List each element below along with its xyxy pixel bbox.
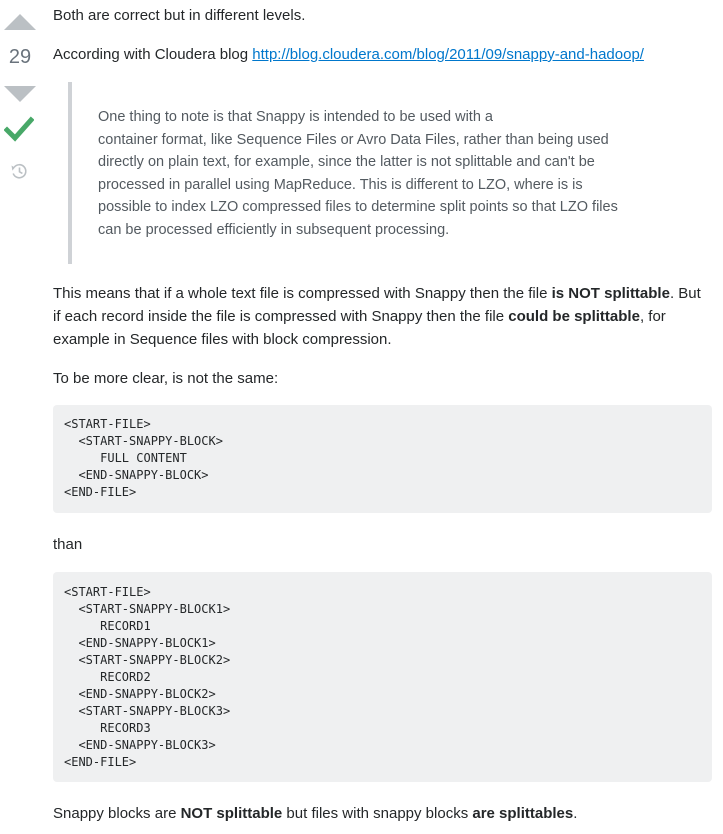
code-line: <START-FILE>	[64, 585, 151, 599]
quote-line: processed in parallel using MapReduce. T…	[98, 176, 583, 193]
text-run: if each record inside the file is compre…	[53, 308, 509, 325]
emphasis-are-splittables: are splittables	[472, 805, 574, 822]
text-run: . But	[669, 285, 701, 302]
code-line: <END-FILE>	[64, 485, 137, 499]
answer-intro: Both are correct but in different levels…	[53, 7, 306, 24]
than-paragraph: than	[53, 536, 83, 553]
vote-column: 29	[0, 0, 40, 200]
splittable-paragraph: This means that if a whole text file is …	[53, 282, 701, 351]
text-run: Snappy blocks are	[53, 805, 181, 822]
code-line: RECORD3	[64, 721, 151, 735]
code-pre: <START-FILE> <START-SNAPPY-BLOCK> FULL C…	[53, 405, 712, 501]
code-line: <START-SNAPPY-BLOCK3>	[64, 704, 231, 718]
quote-line: One thing to note is that Snappy is inte…	[98, 109, 493, 125]
downvote-arrow-icon[interactable]	[4, 86, 36, 102]
vote-count: 29	[8, 46, 32, 68]
quote-line: possible to index LZO compressed files t…	[98, 199, 618, 216]
code-block-multi: <START-FILE> <START-SNAPPY-BLOCK1> RECOR…	[53, 572, 712, 782]
quote-line: container format, like Sequence Files or…	[98, 131, 609, 148]
source-prefix: According with Cloudera blog	[53, 46, 253, 63]
code-line: <END-SNAPPY-BLOCK2>	[64, 687, 216, 701]
emphasis-not-splittable: is NOT splittable	[551, 285, 670, 302]
emphasis-not-splittable: NOT splittable	[180, 805, 283, 822]
code-line: <END-SNAPPY-BLOCK3>	[64, 738, 216, 752]
accepted-check-icon	[4, 116, 34, 142]
code-line: RECORD2	[64, 670, 151, 684]
history-icon[interactable]	[10, 162, 28, 180]
blockquote: One thing to note is that Snappy is inte…	[98, 106, 658, 242]
code-line: <END-SNAPPY-BLOCK>	[64, 468, 209, 482]
blockquote-bar	[68, 82, 72, 264]
code-line: RECORD1	[64, 619, 151, 633]
code-line: <END-FILE>	[64, 755, 137, 769]
code-pre: <START-FILE> <START-SNAPPY-BLOCK1> RECOR…	[53, 572, 712, 771]
conclusion-paragraph: Snappy blocks are NOT splittable but fil…	[53, 802, 577, 825]
clarify-paragraph: To be more clear, is not the same:	[53, 370, 279, 387]
upvote-arrow-icon[interactable]	[4, 14, 36, 30]
quote-line: directly on plain text, for example, sin…	[98, 154, 595, 171]
code-line: <START-FILE>	[64, 417, 151, 431]
text-run: This means that if a whole text file is …	[53, 285, 552, 302]
cloudera-blog-link[interactable]: http://blog.cloudera.com/blog/2011/09/sn…	[252, 46, 644, 63]
text-run: , for	[639, 308, 666, 325]
quote-line: can be processed efficiently in subseque…	[98, 221, 450, 238]
emphasis-could-be-splittable: could be splittable	[508, 308, 640, 325]
code-line: <START-SNAPPY-BLOCK2>	[64, 653, 231, 667]
answer-source: According with Cloudera blog http://blog…	[53, 43, 644, 66]
paragraph-line: This means that if a whole text file is …	[53, 282, 701, 305]
code-block-single: <START-FILE> <START-SNAPPY-BLOCK> FULL C…	[53, 405, 712, 513]
code-line: <START-SNAPPY-BLOCK1>	[64, 602, 231, 616]
code-line: FULL CONTENT	[64, 451, 187, 465]
paragraph-line: example in Sequence files with block com…	[53, 331, 392, 348]
code-line: <END-SNAPPY-BLOCK1>	[64, 636, 216, 650]
text-run: but files with snappy blocks	[282, 805, 473, 822]
text-run: .	[573, 805, 578, 822]
code-line: <START-SNAPPY-BLOCK>	[64, 434, 223, 448]
paragraph-line: if each record inside the file is compre…	[53, 305, 701, 328]
